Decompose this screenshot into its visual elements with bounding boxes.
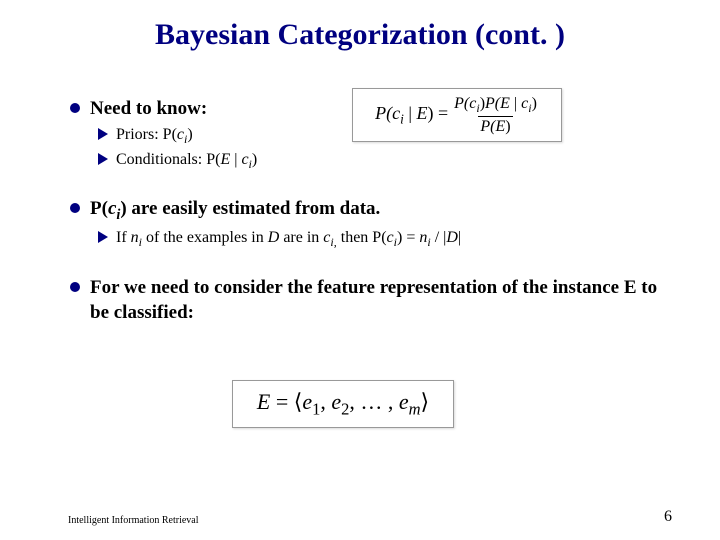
subbullet-conditionals: Conditionals: P(E | ci): [96, 149, 670, 172]
slide: Bayesian Categorization (cont. ) P(ci | …: [0, 0, 720, 540]
arrow-right-icon: [96, 126, 110, 142]
subbullet-prior-formula: If ni of the examples in D are in ci, th…: [96, 227, 670, 250]
subbullet-conditionals-text: Conditionals: P(E | ci): [116, 149, 670, 172]
bullet-dot-icon: [70, 103, 80, 113]
subbullet-prior-formula-text: If ni of the examples in D are in ci, th…: [116, 227, 670, 250]
bullet-priors-estimated: P(ci) are easily estimated from data.: [70, 196, 670, 225]
bullet-need-to-know: Need to know:: [70, 96, 670, 122]
arrow-right-icon: [96, 229, 110, 245]
bullet-feature-representation: For we need to consider the feature repr…: [70, 275, 670, 326]
footer-left: Intelligent Information Retrieval: [68, 515, 199, 526]
e-vector-content: E = ⟨e1, e2, … , em⟩: [257, 389, 429, 419]
subbullet-priors-text: Priors: P(ci): [116, 124, 670, 147]
e-vector-formula-box: E = ⟨e1, e2, … , em⟩: [232, 380, 454, 428]
bullet-priors-estimated-text: P(ci) are easily estimated from data.: [90, 196, 670, 225]
bullet-dot-icon: [70, 203, 80, 213]
bullet-dot-icon: [70, 282, 80, 292]
page-number: 6: [664, 508, 672, 526]
subbullet-priors: Priors: P(ci): [96, 124, 670, 147]
slide-title: Bayesian Categorization (cont. ): [0, 18, 720, 52]
arrow-right-icon: [96, 151, 110, 167]
content-area: Need to know: Priors: P(ci) Conditionals…: [70, 90, 670, 328]
